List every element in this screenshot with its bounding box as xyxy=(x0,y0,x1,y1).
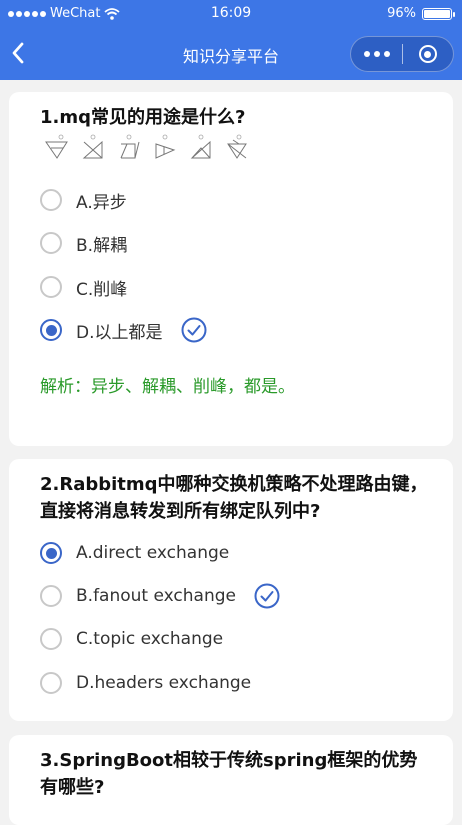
option-label: B.fanout exchange xyxy=(76,586,236,606)
question-card-1: 1.mq常见的用途是什么? A.异步 B.解耦 C.削峰 D.以上都是 解析：异… xyxy=(9,92,453,446)
question-card-2: 2.Rabbitmq中哪种交换机策略不处理路由键，直接将消息转发到所有绑定队列中… xyxy=(9,459,453,721)
option-c[interactable]: C.削峰 xyxy=(40,274,127,300)
radio-button[interactable] xyxy=(40,232,62,254)
mini-program-capsule xyxy=(350,36,454,72)
option-c[interactable]: C.topic exchange xyxy=(40,626,223,652)
question-title: 3.SpringBoot相较于传统spring框架的优势有哪些? xyxy=(40,750,418,798)
shape-4-icon xyxy=(155,134,176,159)
shape-6-icon xyxy=(227,134,247,159)
battery-percent: 96% xyxy=(387,6,416,21)
option-d[interactable]: D.headers exchange xyxy=(40,670,251,696)
circle-check-icon xyxy=(254,583,280,609)
option-label: A.direct exchange xyxy=(76,543,230,563)
radio-button[interactable] xyxy=(40,276,62,298)
radio-button-selected[interactable] xyxy=(40,542,62,564)
option-d[interactable]: D.以上都是 xyxy=(40,317,207,343)
shape-1-icon xyxy=(45,134,68,159)
illustration-strip xyxy=(45,134,249,160)
analysis-text: 解析：异步、解耦、削峰，都是。 xyxy=(40,377,295,397)
status-bar: WeChat 16:09 96% xyxy=(0,0,462,28)
radio-button[interactable] xyxy=(40,628,62,650)
option-label: C.削峰 xyxy=(76,279,128,300)
option-label: B.解耦 xyxy=(76,235,128,256)
question-card-3: 3.SpringBoot相较于传统spring框架的优势有哪些? xyxy=(9,735,453,825)
radio-button[interactable] xyxy=(40,189,62,211)
option-b[interactable]: B.解耦 xyxy=(40,230,127,256)
target-close-icon[interactable] xyxy=(403,45,453,63)
more-dots-icon[interactable] xyxy=(351,51,402,57)
radio-button[interactable] xyxy=(40,672,62,694)
question-title: 2.Rabbitmq中哪种交换机策略不处理路由键，直接将消息转发到所有绑定队列中… xyxy=(40,474,428,522)
shape-5-icon xyxy=(190,134,211,159)
nav-bar: 知识分享平台 xyxy=(0,28,462,80)
radio-button[interactable] xyxy=(40,585,62,607)
option-a[interactable]: A.direct exchange xyxy=(40,540,229,566)
option-label: A.异步 xyxy=(76,192,127,213)
radio-button-selected[interactable] xyxy=(40,319,62,341)
question-title: 1.mq常见的用途是什么? xyxy=(40,107,246,128)
battery-icon xyxy=(422,7,455,20)
option-a[interactable]: A.异步 xyxy=(40,187,127,213)
shape-3-icon xyxy=(120,134,140,159)
circle-check-icon xyxy=(181,317,206,343)
option-label: C.topic exchange xyxy=(76,629,224,649)
option-label: D.headers exchange xyxy=(76,673,252,693)
status-right: 96% xyxy=(387,6,455,21)
option-label: D.以上都是 xyxy=(76,322,163,343)
shape-2-icon xyxy=(82,134,103,159)
option-b[interactable]: B.fanout exchange xyxy=(40,583,280,609)
